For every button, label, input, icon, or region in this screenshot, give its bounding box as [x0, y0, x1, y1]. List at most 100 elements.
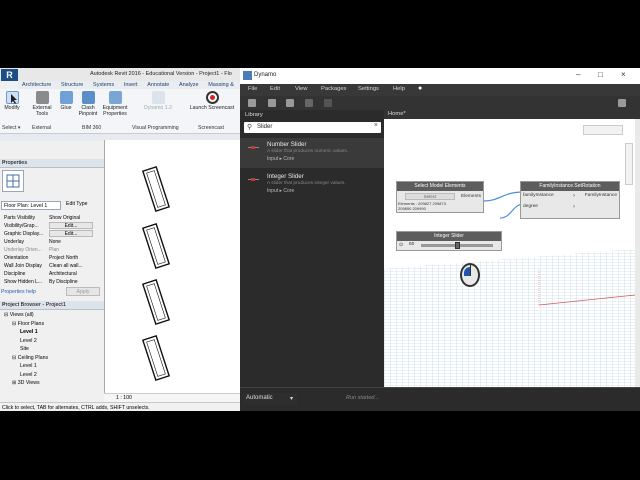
menu-packages[interactable]: Packages — [321, 86, 346, 92]
library-result-number-slider[interactable]: Number Slider A slider that produces num… — [240, 138, 384, 168]
dynamo-toolbar — [240, 96, 640, 110]
familyinstance-setrotation-node[interactable]: FamilyInstance.SetRotation familyInstanc… — [520, 181, 620, 219]
menu-view[interactable]: View — [295, 86, 307, 92]
glue-button[interactable]: Glue — [57, 91, 75, 111]
menu-help[interactable]: Help — [393, 86, 405, 92]
menu-settings[interactable]: Settings — [358, 86, 379, 92]
wall-element[interactable] — [141, 278, 171, 326]
input-port-degree[interactable]: degree — [523, 204, 538, 209]
modify-button[interactable]: Modify — [2, 91, 22, 111]
maximize-icon[interactable]: □ — [598, 70, 603, 79]
modify-label: Modify — [4, 105, 20, 111]
browser-item[interactable]: Level 2 — [20, 372, 37, 378]
equipment-properties-button[interactable]: Equipment Properties — [100, 91, 130, 117]
slider-thumb[interactable] — [455, 242, 460, 249]
tab-massing[interactable]: Massing & — [204, 81, 238, 88]
external-tools-button[interactable]: External Tools — [29, 91, 55, 117]
open-file-icon[interactable] — [268, 99, 276, 107]
property-row: Underlay Orien... Plan — [4, 247, 60, 253]
panel-select[interactable]: Select ▾ — [2, 125, 20, 131]
dynamo-button[interactable]: Dynamo 1.2 — [140, 91, 176, 111]
property-row: Orientation Project North — [4, 255, 79, 261]
toolbox-icon — [35, 91, 49, 104]
tab-annotate[interactable]: Annotate — [143, 81, 173, 88]
browser-item[interactable]: Site — [20, 346, 29, 352]
tab-analyze[interactable]: Analyze — [175, 81, 203, 88]
equipment-icon — [108, 91, 122, 104]
library-search-input[interactable]: ⚲ Slider × — [244, 122, 381, 133]
property-row: Underlay None — [4, 239, 61, 245]
browser-item[interactable]: Level 2 — [20, 338, 37, 344]
properties-help-link[interactable]: Properties help — [1, 289, 36, 295]
launch-screencast-label: Launch Screencast — [189, 105, 235, 111]
revit-logo-icon[interactable]: R — [1, 69, 18, 81]
dynamo-workspace[interactable]: Select Model Elements Select Elements El… — [384, 119, 635, 387]
panel-external: External — [32, 125, 52, 131]
save-icon[interactable] — [286, 99, 294, 107]
workspace-tab-bar: Home* — [384, 110, 640, 119]
edit-button[interactable]: Edit... — [49, 230, 93, 237]
property-row: Visibility/Grap... Edit... — [2, 222, 94, 230]
port-chevron-icon: › — [573, 193, 575, 199]
browser-item[interactable]: ⊟ Views (all) — [4, 312, 34, 318]
wall-element[interactable] — [141, 334, 171, 382]
close-icon[interactable]: × — [2, 302, 101, 308]
tab-structure[interactable]: Structure — [57, 81, 87, 88]
revit-drawing-canvas[interactable] — [104, 140, 240, 395]
expand-chevron-icon[interactable]: ⊙ — [399, 242, 403, 248]
tab-home[interactable]: Home* — [388, 111, 406, 117]
select-button[interactable]: Select — [405, 193, 455, 200]
undo-icon[interactable] — [305, 99, 313, 107]
browser-item[interactable]: ⊟ Floor Plans — [12, 321, 44, 327]
minimize-icon[interactable]: – — [576, 70, 580, 79]
property-row: Discipline Architectural — [4, 271, 77, 277]
tab-insert[interactable]: Insert — [120, 81, 142, 88]
property-row: Show Hidden L... By Discipline — [4, 279, 78, 285]
view-type-dropdown[interactable]: Floor Plan: Level 1 — [1, 201, 61, 210]
clear-search-icon[interactable]: × — [374, 122, 378, 129]
menu-file[interactable]: File — [248, 86, 257, 92]
floor-plan-type-icon — [2, 170, 24, 192]
property-row: Wall Join Display Clean all wall... — [4, 263, 83, 269]
tab-systems[interactable]: Systems — [89, 81, 118, 88]
edit-type-button[interactable]: Edit Type — [66, 201, 88, 207]
workspace-scrollbar[interactable] — [635, 119, 640, 387]
redo-icon[interactable] — [324, 99, 332, 107]
browser-item[interactable]: Level 1 — [20, 329, 38, 335]
screenshot-camera-icon[interactable] — [618, 99, 626, 107]
browser-item[interactable]: ⊟ Ceiling Plans — [12, 355, 48, 361]
new-file-icon[interactable] — [248, 99, 256, 107]
panel-bim360: BIM 360 — [82, 125, 102, 131]
browser-item-label: Level 2 — [20, 371, 37, 378]
integer-slider-node[interactable]: Integer Slider ⊙ 60 — [396, 231, 502, 251]
chevron-down-icon: ▾ — [289, 396, 293, 402]
wall-element[interactable] — [141, 165, 171, 213]
view-scale[interactable]: 1 : 100 — [104, 393, 240, 402]
selected-ids-text: Elements : 209827 209873 209890 209990 — [398, 202, 446, 211]
search-icon: ⚲ — [247, 124, 253, 131]
run-mode-dropdown[interactable]: Automatic ▾ — [243, 393, 297, 405]
browser-item[interactable]: Level 1 — [20, 363, 37, 369]
launch-screencast-button[interactable]: Launch Screencast — [186, 91, 238, 111]
output-port-elements[interactable]: Elements — [461, 194, 481, 199]
view-toggle-buttons[interactable] — [583, 125, 623, 135]
close-icon[interactable]: × — [2, 160, 101, 166]
browser-item[interactable]: ⊞ 3D Views — [12, 380, 40, 386]
wall-element[interactable] — [141, 222, 171, 270]
edit-button[interactable]: Edit... — [49, 222, 93, 229]
clash-pinpoint-button[interactable]: Clash Pinpoint — [77, 91, 99, 117]
zoom-controls[interactable] — [625, 143, 633, 185]
apply-button[interactable]: Apply — [66, 287, 100, 296]
menu-edit[interactable]: Edit — [270, 86, 280, 92]
external-tools-label: External Tools — [32, 105, 52, 117]
close-icon[interactable]: × — [621, 70, 626, 79]
notification-icon[interactable]: ● — [418, 85, 422, 92]
library-result-integer-slider[interactable]: Integer Slider A slider that produces in… — [240, 170, 384, 200]
search-query[interactable]: Slider — [257, 124, 272, 130]
revit-window: R Autodesk Revit 2016 - Educational Vers… — [0, 68, 240, 411]
input-port-familyinstance[interactable]: familyInstance — [523, 193, 554, 198]
output-port-familyinstance[interactable]: FamilyInstance — [585, 193, 617, 198]
dynamo-label: Dynamo 1.2 — [144, 105, 172, 111]
tab-architecture[interactable]: Architecture — [18, 81, 55, 88]
select-model-elements-node[interactable]: Select Model Elements Select Elements El… — [396, 181, 484, 213]
